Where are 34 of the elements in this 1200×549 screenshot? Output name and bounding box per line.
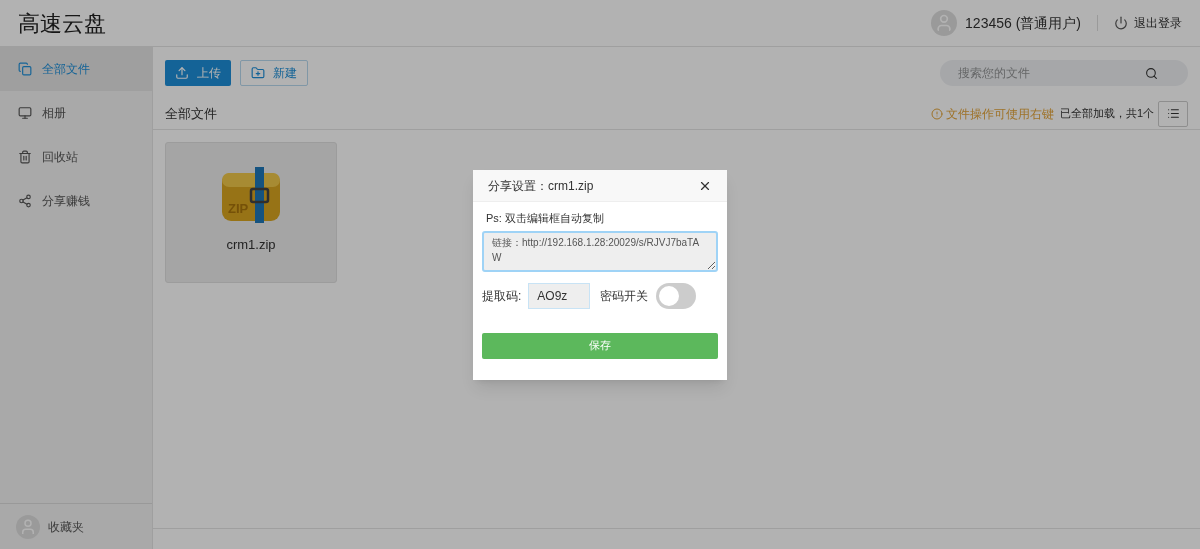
sidebar-item[interactable]: 相册 [0,91,152,135]
monitor-icon [18,106,32,120]
code-label: 提取码: [482,287,522,305]
app-title: 高速云盘 [18,9,106,38]
share-icon [18,194,32,208]
password-toggle[interactable] [656,282,697,309]
power-icon [1114,16,1128,30]
logout-link[interactable]: 退出登录 [1134,14,1182,32]
avatar-icon [16,514,40,539]
new-button[interactable]: 新建 [240,59,308,86]
user-name[interactable]: 123456 (普通用户) [965,12,1081,34]
avatar-icon [931,10,958,36]
code-field[interactable]: AO9z [528,282,591,309]
breadcrumb: 全部文件 [165,104,217,123]
list-icon [1166,107,1180,120]
sidebar-item[interactable]: 分享赚钱 [0,179,152,223]
dialog-title: 分享设置：crm1.zip [488,177,594,195]
folder-plus-icon [251,65,265,80]
status-text: 已全部加载，共1个 [1059,106,1154,122]
upload-button[interactable]: 上传 [165,59,231,86]
favorites-link[interactable]: 收藏夹 [48,517,84,536]
search-field[interactable]: 搜索您的文件 [940,59,1188,86]
list-view-button[interactable] [1158,100,1188,127]
alert-icon [930,107,943,120]
search-icon [1145,66,1158,80]
files-icon [18,62,32,76]
switch-label: 密码开关 [600,287,649,305]
trash-icon [18,150,32,164]
hint-text: 文件操作可使用右键 [945,105,1054,123]
file-name: crm1.zip [226,236,276,254]
link-field[interactable]: 链接：http://192.168.1.28:20029/s/RJVJ7baTAW [482,230,718,272]
sidebar-item[interactable]: 回收站 [0,135,152,179]
note-text: Ps: 双击编辑框自动复制 [485,211,605,226]
upload-icon [175,65,189,80]
